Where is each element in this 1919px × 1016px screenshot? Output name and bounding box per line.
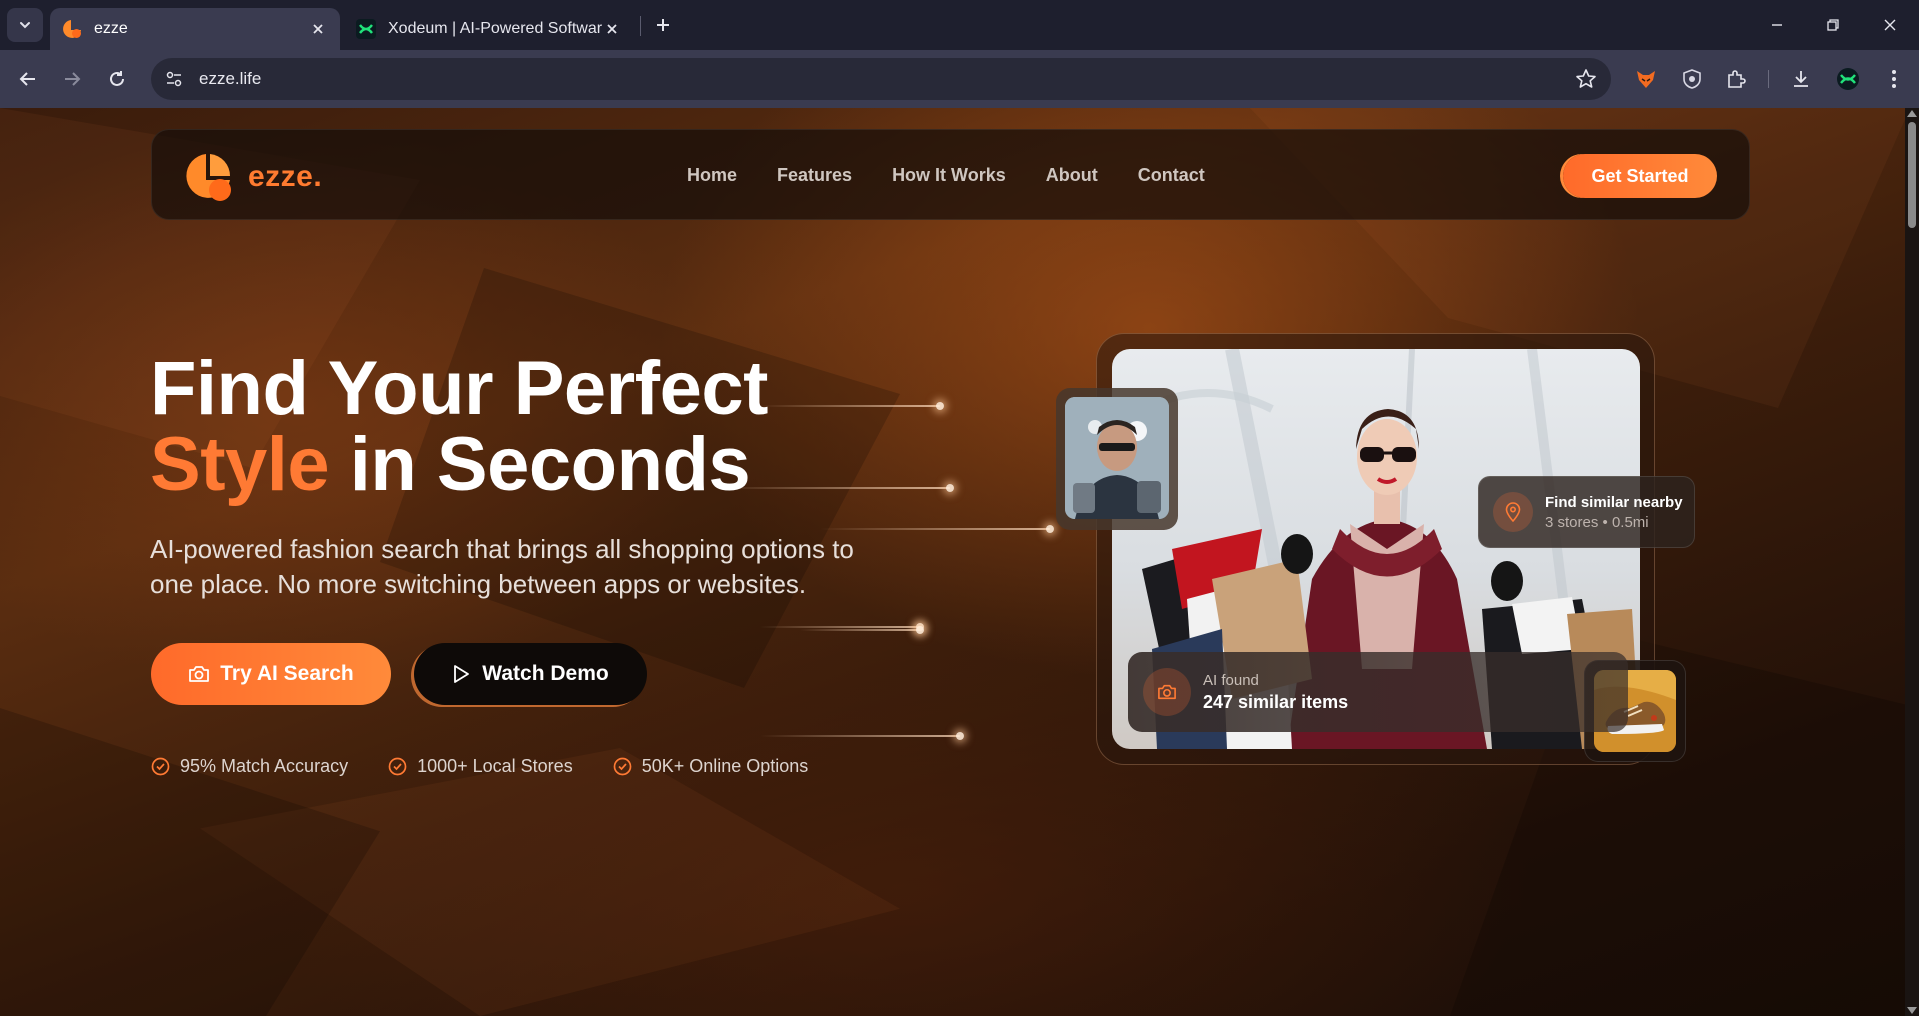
hero-stats: 95% Match Accuracy 1000+ Local Stores 50… [151,756,808,777]
toolbar-separator [1768,70,1769,88]
light-streak [800,626,924,634]
tab-title: Xodeum | AI-Powered Software [388,20,602,37]
main-nav: Home Features How It Works About Contact [687,130,1205,221]
camera-icon [189,666,210,682]
check-circle-icon [151,757,170,776]
stat-item: 50K+ Online Options [613,756,809,777]
man-photo [1065,397,1169,519]
scroll-up-arrow-icon[interactable] [1907,110,1917,117]
reload-icon [110,71,124,86]
hero-title-line2: in Seconds [329,422,751,507]
ai-found-value: 247 similar items [1203,691,1349,712]
nearby-title: Find similar nearby [1545,493,1683,511]
hero-title-line1: Find Your Perfect [150,346,768,431]
try-ai-search-label: Try AI Search [220,662,354,685]
check-circle-icon [613,757,632,776]
nav-home[interactable]: Home [687,165,737,186]
tab-title: ezze [94,20,128,37]
arrow-right-icon [65,72,81,86]
stat-item: 1000+ Local Stores [388,756,573,777]
site-logo[interactable]: ezze. [184,152,322,202]
back-button[interactable] [14,65,42,93]
nearby-detail: 3 stores • 0.5mi [1545,513,1649,531]
tab-xodeum[interactable]: Xodeum | AI-Powered Software [344,8,634,50]
xodeum-favicon-icon [356,19,376,39]
background-facet [0,708,380,1016]
light-streak [760,732,964,740]
hero-subtitle: AI-powered fashion search that brings al… [150,534,854,599]
profile-avatar-icon[interactable] [1834,65,1862,93]
chevron-down-icon [20,22,30,29]
watch-demo-label: Watch Demo [482,662,609,685]
get-started-button[interactable]: Get Started [1563,154,1717,198]
tab-search-button[interactable] [7,8,43,42]
nearby-text: Find similar nearby 3 stores • 0.5mi [1545,494,1683,531]
shield-extension-icon[interactable] [1678,65,1706,93]
check-circle-icon [388,757,407,776]
hero-title-accent: Style [150,422,330,507]
browser-tab-strip: ezze Xodeum | AI-Powered Software [0,0,1919,50]
puzzle-extensions-icon[interactable] [1722,65,1750,93]
tab-close-icon[interactable] [308,19,328,39]
watch-demo-button[interactable]: Watch Demo [414,643,647,705]
forward-button[interactable] [58,65,86,93]
scroll-down-arrow-icon[interactable] [1907,1007,1917,1014]
plus-icon [657,19,669,31]
ezze-logo-icon [184,152,234,202]
stat-label: 95% Match Accuracy [180,756,349,776]
nav-about[interactable]: About [1046,165,1098,186]
page-scrollbar[interactable] [1905,108,1919,1016]
tab-ezze[interactable]: ezze [50,8,340,50]
close-window-button[interactable] [1875,12,1905,38]
url-text: ezze.life [199,69,262,88]
browser-toolbar: ezze.life [0,50,1919,108]
tab-close-icon[interactable] [602,19,622,39]
minimize-button[interactable] [1762,12,1792,38]
nav-contact[interactable]: Contact [1138,165,1205,186]
bookmark-star-icon[interactable] [1575,68,1597,90]
thumbnail-man[interactable] [1056,388,1178,530]
light-streak [820,525,1054,533]
location-pin-icon [1493,492,1533,532]
more-menu-icon[interactable] [1880,65,1908,93]
logo-text: ezze. [248,160,323,193]
ezze-favicon-icon [62,19,82,39]
ai-found-label: AI found [1203,671,1259,689]
light-streak [760,402,944,410]
site-navbar: ezze. Home Features How It Works About C… [151,129,1750,220]
minimize-icon [1772,24,1782,26]
nav-features[interactable]: Features [777,165,852,186]
fox-extension-icon[interactable] [1632,65,1660,93]
stat-item: 95% Match Accuracy [151,756,348,777]
new-tab-button[interactable] [650,12,676,38]
close-icon [1884,19,1896,31]
play-icon [454,665,470,683]
site-info-icon[interactable] [159,64,189,94]
stat-label: 50K+ Online Options [641,756,809,776]
nearby-stores-chip[interactable]: Find similar nearby 3 stores • 0.5mi [1478,476,1695,548]
arrow-left-icon [19,72,35,86]
restore-button[interactable] [1818,12,1848,38]
scrollbar-thumb[interactable] [1908,122,1916,228]
nav-how-it-works[interactable]: How It Works [892,165,1006,186]
page-viewport: ezze. Home Features How It Works About C… [0,108,1919,1016]
download-icon[interactable] [1787,65,1815,93]
tab-separator [640,16,641,36]
stat-label: 1000+ Local Stores [417,756,573,776]
light-streak [760,623,924,631]
reload-button[interactable] [103,65,131,93]
camera-icon [1143,668,1191,716]
restore-icon [1827,19,1839,31]
try-ai-search-button[interactable]: Try AI Search [151,643,391,705]
ai-found-chip: AI found 247 similar items [1128,652,1628,732]
hero-title: Find Your Perfect Style in Seconds [150,351,768,503]
address-bar[interactable]: ezze.life [151,58,1611,100]
ai-found-text: AI found 247 similar items [1203,672,1348,713]
